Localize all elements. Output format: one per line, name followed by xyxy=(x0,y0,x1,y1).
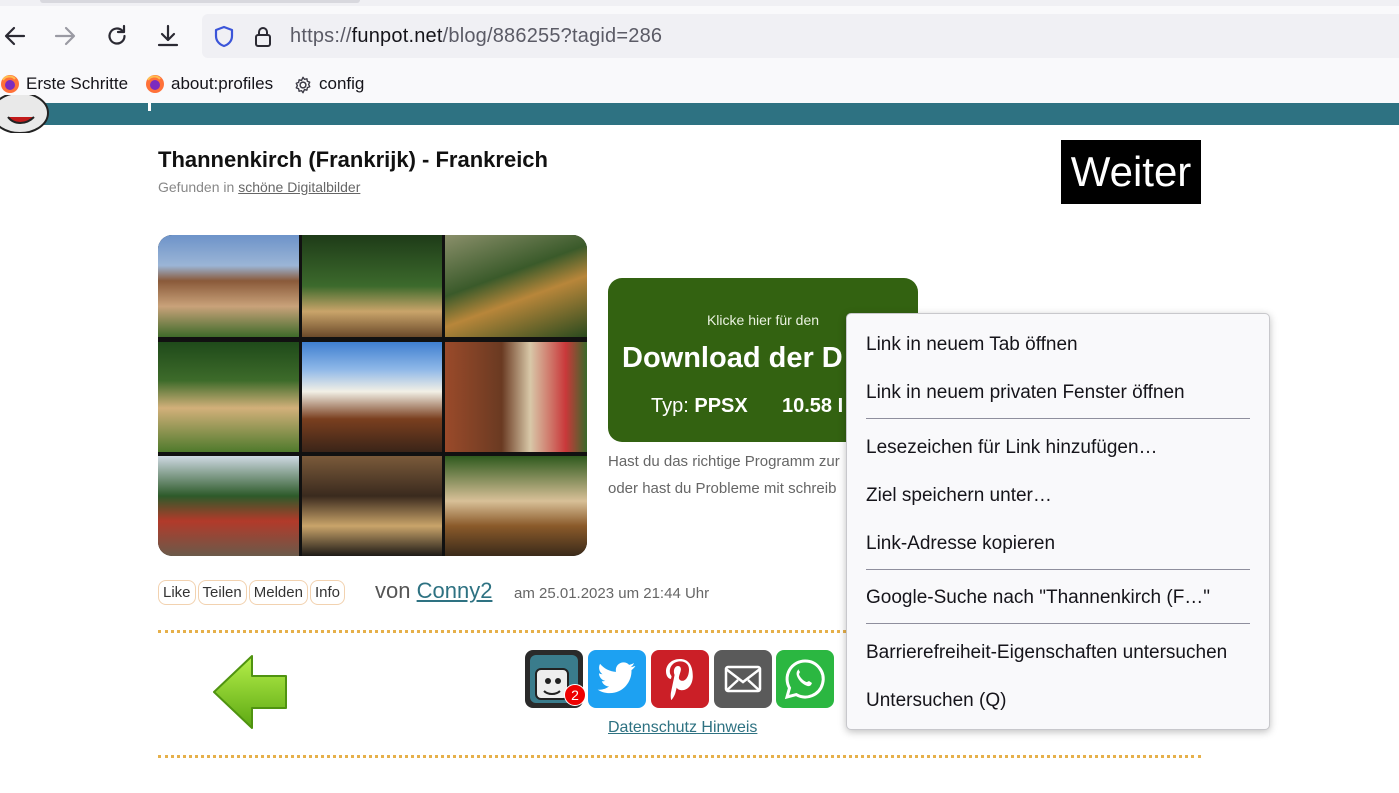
context-menu: Link in neuem Tab öffnen Link in neuem p… xyxy=(846,313,1270,730)
bookmark-label: Erste Schritte xyxy=(26,74,129,93)
menu-item-inspect[interactable]: Untersuchen (Q) xyxy=(866,690,1006,712)
firefox-icon xyxy=(145,74,165,94)
info-button[interactable]: Info xyxy=(309,580,345,605)
author-line: von Conny2 xyxy=(375,578,492,604)
header-mark xyxy=(148,103,151,111)
whatsapp-share-button[interactable] xyxy=(776,650,834,708)
photo-tile xyxy=(302,235,442,337)
help-line: oder hast du Probleme mit schreib xyxy=(608,480,837,497)
browser-toolbar: https://funpot.net/blog/886255?tagid=286 xyxy=(0,6,1399,66)
notification-badge: 2 xyxy=(564,684,586,706)
bookmark-erste-schritte[interactable]: Erste Schritte xyxy=(0,72,128,96)
pinterest-share-button[interactable] xyxy=(651,650,709,708)
category-link[interactable]: schöne Digitalbilder xyxy=(238,179,360,195)
divider xyxy=(158,755,1201,758)
photo-tile xyxy=(158,456,299,556)
download-help: Hast du das richtige Programm zur oder h… xyxy=(608,448,848,502)
privacy-link[interactable]: Datenschutz Hinweis xyxy=(608,719,757,737)
funpot-share-button[interactable]: 2 xyxy=(525,650,586,708)
post-title: Thannenkirch (Frankrijk) - Frankreich xyxy=(158,147,548,172)
photo-tile xyxy=(158,342,299,452)
bookmark-config[interactable]: config xyxy=(293,72,364,96)
photo-tile xyxy=(445,235,587,337)
menu-separator xyxy=(866,623,1250,624)
bookmarks-toolbar: Erste Schritte about:profiles config xyxy=(0,66,1399,103)
menu-item-google-search[interactable]: Google-Suche nach "Thannenkirch (F…" xyxy=(866,587,1210,609)
photo-tile xyxy=(302,342,442,452)
photo-collage[interactable] xyxy=(158,235,587,556)
envelope-icon xyxy=(724,665,762,693)
pinterest-icon xyxy=(666,659,693,700)
download-headline: Download der D xyxy=(622,342,843,374)
back-arrow-icon[interactable] xyxy=(0,21,30,51)
url-text[interactable]: https://funpot.net/blog/886255?tagid=286 xyxy=(290,25,662,48)
menu-separator xyxy=(866,569,1250,570)
download-size: 10.58 I xyxy=(782,395,844,417)
found-in: Gefunden in schöne Digitalbilder xyxy=(158,179,360,195)
firefox-icon xyxy=(0,74,20,94)
lock-icon[interactable] xyxy=(250,24,276,55)
like-button[interactable]: Like xyxy=(158,580,196,605)
share-button[interactable]: Teilen xyxy=(197,580,247,605)
menu-separator xyxy=(866,418,1250,419)
type-value: PPSX xyxy=(694,395,748,417)
mascot-logo[interactable] xyxy=(0,92,147,134)
url-scheme: https:// xyxy=(290,25,352,47)
previous-arrow-icon[interactable] xyxy=(212,654,290,730)
bookmark-label: about:profiles xyxy=(171,74,274,93)
author-prefix: von xyxy=(375,578,411,603)
menu-item-open-private-window[interactable]: Link in neuem privaten Fenster öffnen xyxy=(866,382,1185,404)
active-tab-edge[interactable] xyxy=(40,0,360,3)
menu-item-inspect-accessibility[interactable]: Barrierefreiheit-Eigenschaften untersuch… xyxy=(866,642,1227,664)
shield-icon[interactable] xyxy=(211,24,237,55)
photo-tile xyxy=(302,456,442,556)
type-label: Typ: xyxy=(651,395,689,417)
url-bar[interactable]: https://funpot.net/blog/886255?tagid=286 xyxy=(202,14,1399,58)
report-button[interactable]: Melden xyxy=(248,580,308,605)
bookmark-label: config xyxy=(319,74,365,93)
reload-icon[interactable] xyxy=(102,21,132,51)
found-prefix: Gefunden in xyxy=(158,179,235,195)
forward-arrow-icon[interactable] xyxy=(50,21,80,51)
help-line: Hast du das richtige Programm zur xyxy=(608,453,840,470)
photo-tile xyxy=(445,456,587,556)
photo-tile xyxy=(158,235,299,337)
post-date: am 25.01.2023 um 21:44 Uhr xyxy=(514,585,710,602)
email-share-button[interactable] xyxy=(714,650,772,708)
bookmark-about-profiles[interactable]: about:profiles xyxy=(145,72,273,96)
menu-item-bookmark-link[interactable]: Lesezeichen für Link hinzufügen… xyxy=(866,437,1158,459)
author-link[interactable]: Conny2 xyxy=(417,578,493,603)
url-path: /blog/886255?tagid=286 xyxy=(442,25,663,47)
twitter-bird-icon xyxy=(597,662,636,694)
menu-item-open-new-tab[interactable]: Link in neuem Tab öffnen xyxy=(866,334,1078,356)
gear-icon xyxy=(293,74,313,94)
menu-item-save-link-as[interactable]: Ziel speichern unter… xyxy=(866,485,1052,507)
next-button[interactable]: Weiter xyxy=(1061,140,1201,204)
post-actions: Like Teilen Melden Info xyxy=(158,580,345,605)
download-type: Typ: PPSX xyxy=(651,395,748,418)
whatsapp-icon xyxy=(784,659,825,700)
site-header-bar xyxy=(0,103,1399,125)
download-icon[interactable] xyxy=(153,21,183,51)
twitter-share-button[interactable] xyxy=(588,650,646,708)
url-host: funpot.net xyxy=(351,25,443,47)
photo-tile xyxy=(445,342,587,452)
menu-item-copy-link[interactable]: Link-Adresse kopieren xyxy=(866,533,1055,555)
